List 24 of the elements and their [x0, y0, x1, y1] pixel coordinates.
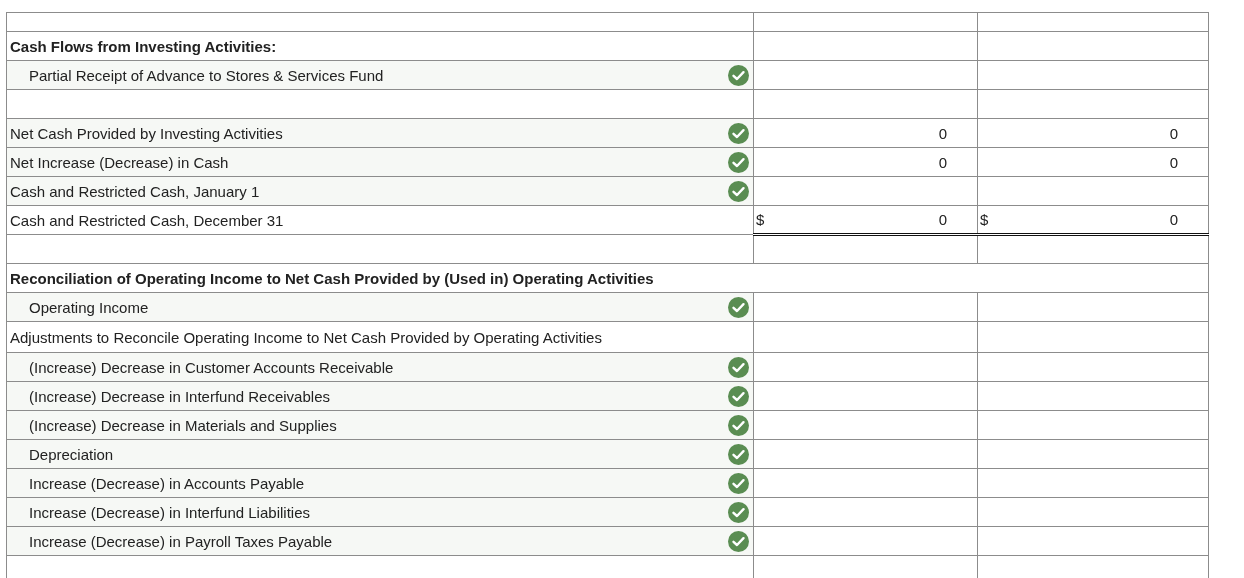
line-label: Partial Receipt of Advance to Stores & Services Fund	[29, 66, 384, 84]
line-label: Depreciation	[29, 445, 114, 463]
line-label: (Increase) Decrease in Customer Accounts Receivable	[29, 358, 394, 376]
amount-value: 0	[938, 124, 947, 142]
line-label: Operating Income	[29, 298, 149, 316]
line-label: Adjustments to Reconcile Operating Income to Net Cash Provided by Operating Activities	[10, 328, 602, 346]
line-label: Increase (Decrease) in Payroll Taxes Payable	[29, 532, 333, 550]
amount-value: 0	[1169, 124, 1178, 142]
amount-value: 0	[1169, 211, 1178, 228]
line-label: (Increase) Decrease in Interfund Receivables	[29, 387, 330, 405]
amount-value: 0	[1169, 153, 1178, 171]
line-label: Cash and Restricted Cash, January 1	[10, 182, 260, 200]
currency-sign: $	[756, 211, 765, 228]
line-label: Net Cash Provided by Investing Activities	[10, 124, 283, 142]
line-label: Cash and Restricted Cash, December 31	[10, 211, 284, 229]
amount-value: 0	[938, 153, 947, 171]
currency-sign: $	[980, 211, 989, 228]
line-label: Increase (Decrease) in Interfund Liabilities	[29, 503, 310, 521]
section-heading: Reconciliation of Operating Income to Net Cash Provided by (Used in) Operating Activities	[10, 269, 654, 287]
amount-value: 0	[938, 211, 947, 228]
line-label: Increase (Decrease) in Accounts Payable	[29, 474, 305, 492]
section-heading: Cash Flows from Investing Activities:	[10, 37, 277, 55]
line-label: Net Increase (Decrease) in Cash	[10, 153, 229, 171]
line-label: (Increase) Decrease in Materials and Supplies	[29, 416, 337, 434]
